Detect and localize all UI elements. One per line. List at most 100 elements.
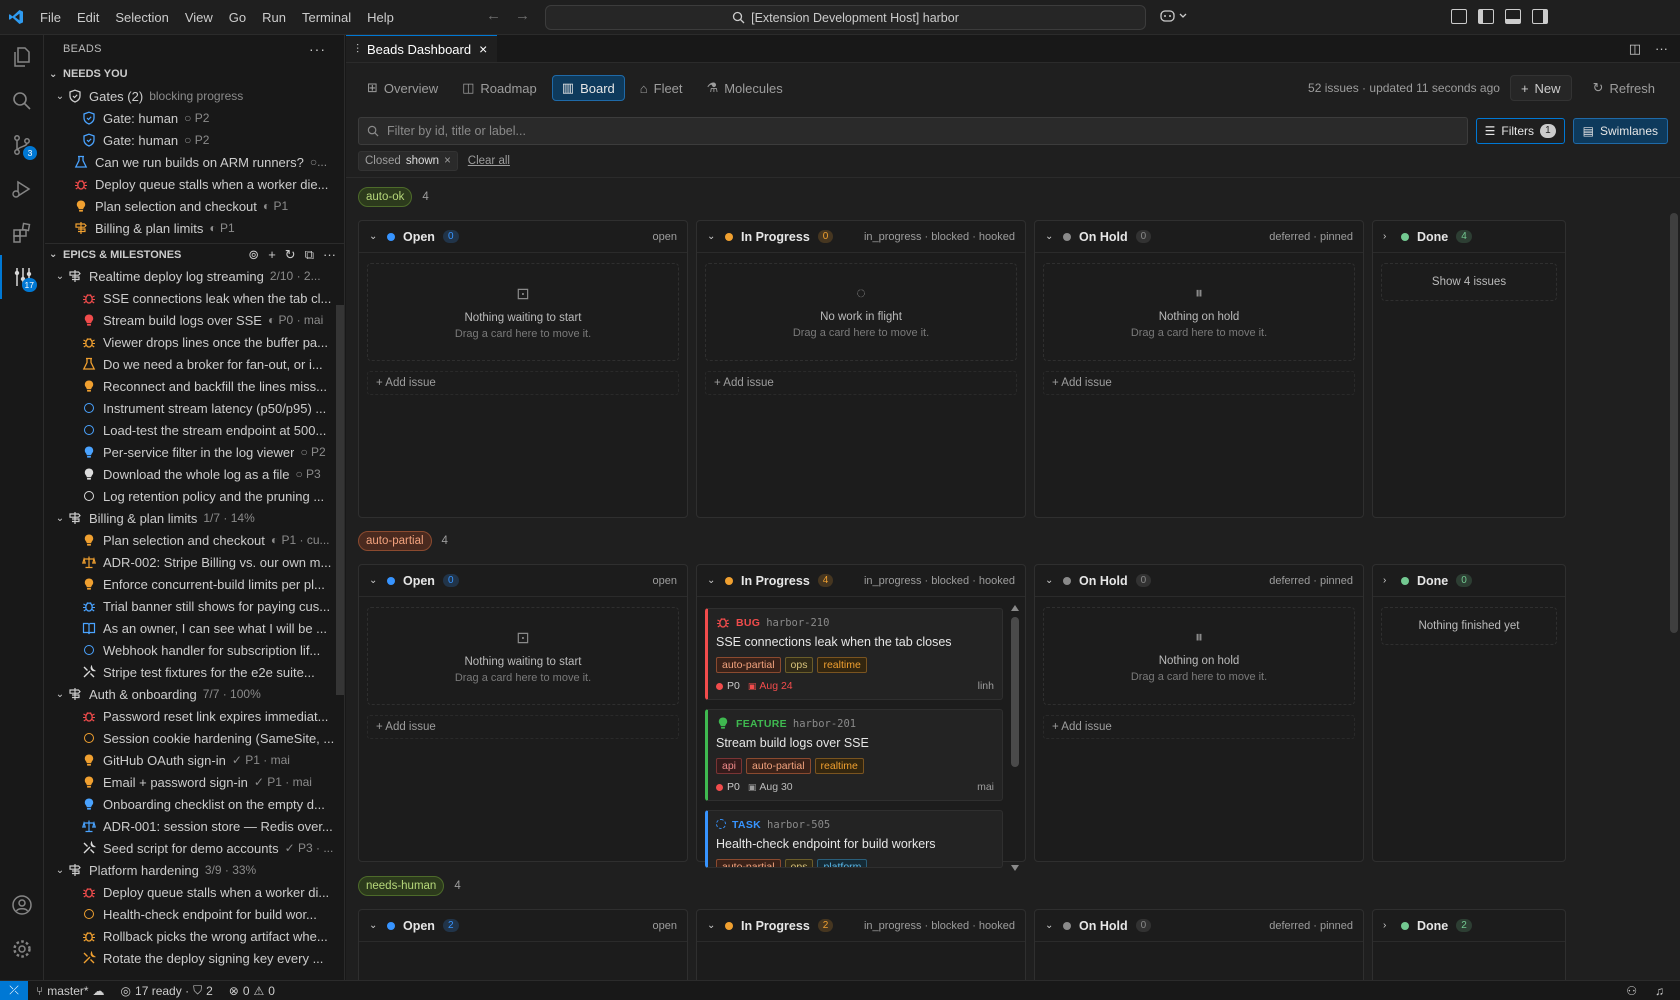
epic-child-item[interactable]: Stream build logs over SSE ◐ P0 · mai [45,309,344,331]
more-icon[interactable]: ··· [323,247,336,263]
epic-child-item[interactable]: Health-check endpoint for build wor... [45,903,344,925]
new-issue-button[interactable]: + New [1509,75,1572,101]
toggle-secondary-sidebar-icon[interactable] [1532,9,1548,24]
issue-card[interactable]: TASK harbor-505 Health-check endpoint for … [705,810,1003,868]
menu-selection[interactable]: Selection [107,0,176,35]
epic-child-item[interactable]: Email + password sign-in ✓ P1 · mai [45,771,344,793]
needs-you-item[interactable]: Can we run builds on ARM runners? ○... [45,151,344,173]
chevron-down-icon[interactable]: ⌄ [53,271,67,282]
label-tag[interactable]: api [716,758,743,774]
column-header[interactable]: ⌄ On Hold 0 deferred · pinned [1035,221,1363,253]
menu-help[interactable]: Help [359,0,402,35]
epic-child-item[interactable]: Viewer drops lines once the buffer pa... [45,331,344,353]
source-control-icon[interactable]: 3 [0,123,44,167]
chevron-right-icon[interactable]: › [1383,231,1393,242]
epic-child-item[interactable]: Per-service filter in the log viewer ○ P2 [45,441,344,463]
tab-overview[interactable]: ⊞ Overview [358,75,447,101]
epic-child-item[interactable]: Reconnect and backfill the lines miss... [45,375,344,397]
chevron-down-icon[interactable]: ⌄ [707,920,717,931]
scroll-down-arrow-icon[interactable] [1011,865,1019,871]
needs-you-item[interactable]: Gate: human ○ P2 [45,107,344,129]
needs-you-item[interactable]: Plan selection and checkout ◐ P1 [45,195,344,217]
column-header[interactable]: ⌄ On Hold 0 deferred · pinned [1035,910,1363,942]
epic-child-item[interactable]: ADR-001: session store — Redis over... [45,815,344,837]
label-tag[interactable]: auto-partial [716,657,781,673]
clear-all-link[interactable]: Clear all [468,155,510,167]
back-arrow-icon[interactable]: ← [486,7,501,24]
epic-child-item[interactable]: Onboarding checklist on the empty d... [45,793,344,815]
epic-child-item[interactable]: Do we need a broker for fan-out, or i... [45,353,344,375]
column-header[interactable]: ⌄ In Progress 4 in_progress · blocked · hoo… [697,565,1025,597]
column-header[interactable]: › Done 2 [1373,910,1565,942]
epics-section-header[interactable]: ⌄ EPICS & MILESTONES ⊚ + ↻ ⧉ ··· [45,243,344,265]
epic-child-item[interactable]: Enforce concurrent-build limits per pl..… [45,573,344,595]
swimlanes-toggle[interactable]: ▤ Swimlanes [1572,118,1668,144]
epic-group[interactable]: ⌄ Billing & plan limits 1/7 · 14% [45,507,344,529]
scroll-up-arrow-icon[interactable] [1011,605,1019,611]
split-editor-icon[interactable]: ◫ [1629,41,1641,57]
issue-card[interactable]: FEATURE harbor-201 Stream build logs over … [705,709,1003,801]
menu-go[interactable]: Go [221,0,254,35]
add-issue-button[interactable]: + Add issue [367,371,679,395]
add-issue-button[interactable]: + Add issue [367,715,679,739]
refresh-icon[interactable]: ↻ [285,247,296,263]
swimlane-label[interactable]: auto-ok [358,187,413,207]
needs-you-item[interactable]: Deploy queue stalls when a worker die... [45,173,344,195]
menu-view[interactable]: View [177,0,221,35]
tab-board[interactable]: ▥ Board [551,75,625,101]
scrollbar-thumb[interactable] [1011,617,1019,767]
gates-group[interactable]: ⌄ Gates (2) blocking progress [45,85,344,107]
epic-child-item[interactable]: ADR-002: Stripe Billing vs. our own m... [45,551,344,573]
chevron-down-icon[interactable]: ⌄ [369,920,379,931]
chevron-down-icon[interactable]: ⌄ [53,689,67,700]
epic-group[interactable]: ⌄ Platform hardening 3/9 · 33% [45,859,344,881]
search-icon[interactable] [0,79,44,123]
toggle-panel-icon[interactable] [1505,9,1521,24]
epic-group[interactable]: ⌄ Realtime deploy log streaming 2/10 · 2..… [45,265,344,287]
epic-child-item[interactable]: GitHub OAuth sign-in ✓ P1 · mai [45,749,344,771]
epic-child-item[interactable]: Webhook handler for subscription lif... [45,639,344,661]
remote-indicator-icon[interactable]: ⤫ [0,980,28,1000]
collapse-all-icon[interactable]: ⧉ [305,247,314,263]
issue-card[interactable]: BUG harbor-210 SSE connections leak when t… [705,608,1003,700]
epic-child-item[interactable]: Download the whole log as a file ○ P3 [45,463,344,485]
done-summary[interactable]: Show 4 issues [1381,263,1557,301]
accounts-icon[interactable] [0,883,44,927]
epic-child-item[interactable]: Load-test the stream endpoint at 500... [45,419,344,441]
epic-child-item[interactable]: Seed script for demo accounts ✓ P3 · ... [45,837,344,859]
extensions-icon[interactable] [0,211,44,255]
editor-scrollbar[interactable] [1670,213,1678,633]
label-tag[interactable]: realtime [817,657,867,673]
toggle-primary-sidebar-icon[interactable] [1478,9,1494,24]
add-issue-button[interactable]: + Add issue [1043,715,1355,739]
filters-button[interactable]: ☰ Filters 1 [1475,118,1565,144]
add-icon[interactable]: + [268,247,276,263]
swimlane-label[interactable]: auto-partial [358,531,432,551]
epic-child-item[interactable]: Rotate the deploy signing key every ... [45,947,344,969]
epic-child-item[interactable]: Trial banner still shows for paying cus.… [45,595,344,617]
explorer-icon[interactable] [0,35,44,79]
label-tag[interactable]: realtime [814,758,864,774]
column-scrollbar[interactable] [1011,605,1019,871]
tab-roadmap[interactable]: ◫ Roadmap [453,75,546,101]
chevron-down-icon[interactable]: ⌄ [1045,920,1055,931]
chip-close-icon[interactable]: × [444,155,451,167]
chevron-right-icon[interactable]: › [1383,575,1393,586]
filter-input[interactable]: Filter by id, title or label... [358,117,1468,145]
epic-child-item[interactable]: Password reset link expires immediat... [45,705,344,727]
menu-edit[interactable]: Edit [69,0,107,35]
epic-child-item[interactable]: Rollback picks the wrong artifact whe... [45,925,344,947]
needs-you-section-header[interactable]: ⌄ NEEDS YOU [45,63,344,85]
swimlane-label[interactable]: needs-human [358,876,445,896]
chevron-down-icon[interactable]: ⌄ [53,91,67,102]
tab-molecules[interactable]: ⚗ Molecules [698,75,792,101]
command-center[interactable]: [Extension Development Host] harbor [545,5,1146,30]
chevron-down-icon[interactable]: ⌄ [53,513,67,524]
branch-indicator[interactable]: ⑂ master* ☁ [28,984,113,998]
chevron-down-icon[interactable]: ⌄ [707,575,717,586]
label-tag[interactable]: platform [817,859,868,867]
notifications-bell-icon[interactable]: ♫ [1655,984,1664,998]
menu-terminal[interactable]: Terminal [294,0,359,35]
run-debug-icon[interactable] [0,167,44,211]
settings-gear-icon[interactable] [0,927,44,971]
